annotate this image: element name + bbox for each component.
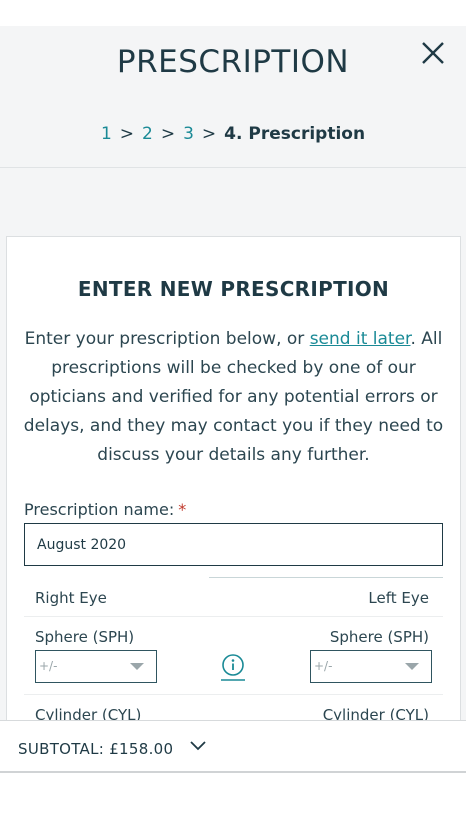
left-eye-heading: Left Eye (368, 589, 429, 607)
row-divider (24, 694, 443, 695)
caret-down-icon (405, 663, 419, 670)
intro-text: Enter your prescription below, or send i… (21, 325, 446, 470)
breadcrumb-step-1[interactable]: 1 (101, 124, 112, 144)
caret-down-icon (130, 663, 144, 670)
prescription-name-input[interactable] (24, 523, 443, 566)
page-title: PRESCRIPTION (116, 44, 350, 80)
intro-suffix: . All prescriptions will be checked by o… (23, 329, 444, 465)
row-divider (24, 616, 443, 617)
sphere-left-select[interactable]: +/- (310, 650, 432, 683)
right-eye-heading: Right Eye (35, 589, 107, 607)
subtotal-bar[interactable]: SUBTOTAL: £158.00 (0, 720, 466, 773)
breadcrumb-step-3[interactable]: 3 (183, 124, 194, 144)
close-button[interactable] (418, 38, 448, 68)
sphere-right-value: +/- (39, 659, 58, 673)
prescription-name-label: Prescription name: * (24, 500, 186, 519)
required-marker: * (178, 500, 187, 519)
close-icon (422, 42, 444, 64)
chevron-down-icon (190, 741, 206, 751)
prescription-card: ENTER NEW PRESCRIPTION Enter your prescr… (6, 236, 461, 736)
prescription-name-label-text: Prescription name: (24, 500, 175, 519)
sphere-left-value: +/- (314, 659, 333, 673)
sphere-info-button[interactable] (220, 653, 246, 683)
info-icon (221, 654, 245, 681)
breadcrumb-separator: > (201, 124, 217, 144)
sphere-right-select[interactable]: +/- (35, 650, 157, 683)
breadcrumb-current-step: 4. Prescription (224, 124, 366, 144)
subtotal-text: SUBTOTAL: £158.00 (18, 740, 174, 758)
card-title: ENTER NEW PRESCRIPTION (77, 277, 390, 301)
breadcrumb: 1 >2 >3 >4. Prescription (0, 124, 466, 144)
sphere-left-label: Sphere (SPH) (329, 628, 429, 646)
section-divider (209, 577, 443, 578)
intro-prefix: Enter your prescription below, or (24, 329, 310, 349)
breadcrumb-separator: > (160, 124, 176, 144)
top-margin (0, 0, 466, 26)
send-it-later-link[interactable]: send it later (310, 329, 411, 349)
breadcrumb-separator: > (119, 124, 135, 144)
breadcrumb-step-2[interactable]: 2 (142, 124, 153, 144)
sphere-right-label: Sphere (SPH) (35, 628, 135, 646)
